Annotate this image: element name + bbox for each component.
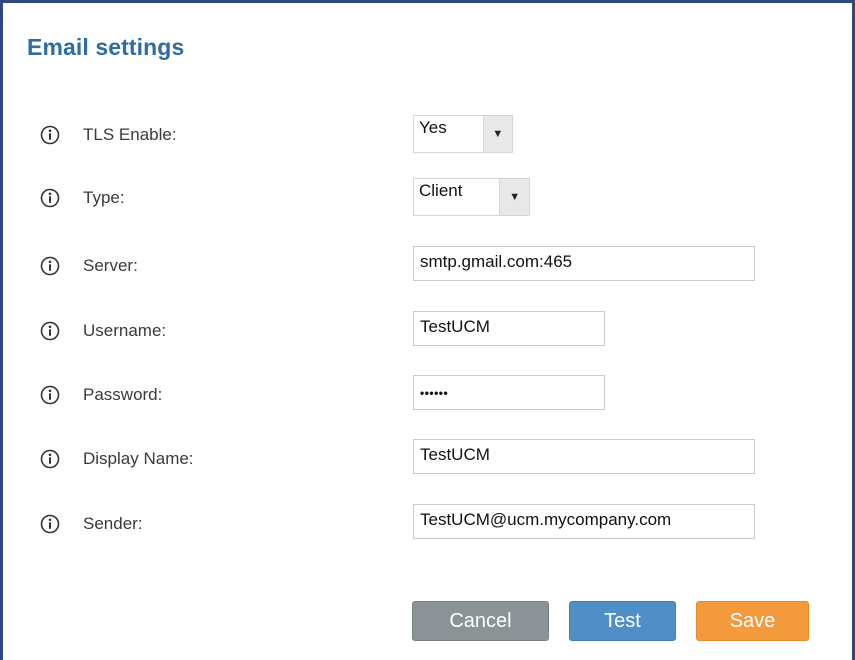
email-settings-panel: Email settings TLS Enable: Yes ▼ Type: C… xyxy=(0,0,855,660)
tls-enable-value: Yes xyxy=(419,118,447,137)
info-icon[interactable] xyxy=(40,256,60,276)
server-label: Server: xyxy=(83,256,138,275)
form-row-display-name: Display Name: TestUCM xyxy=(3,439,855,479)
username-label: Username: xyxy=(83,321,167,340)
page-title: Email settings xyxy=(27,34,185,60)
type-label: Type: xyxy=(83,188,125,207)
sender-label: Sender: xyxy=(83,514,143,533)
test-button[interactable]: Test xyxy=(569,601,676,641)
info-icon[interactable] xyxy=(40,188,60,208)
save-button[interactable]: Save xyxy=(696,601,809,641)
display-name-input[interactable]: TestUCM xyxy=(413,439,755,474)
display-name-label: Display Name: xyxy=(83,449,194,468)
username-input[interactable]: TestUCM xyxy=(413,311,605,346)
server-input[interactable]: smtp.gmail.com:465 xyxy=(413,246,755,281)
info-icon[interactable] xyxy=(40,321,60,341)
info-icon[interactable] xyxy=(40,449,60,469)
form-row-server: Server: smtp.gmail.com:465 xyxy=(3,246,855,286)
dropdown-arrow-icon[interactable]: ▼ xyxy=(499,179,529,215)
password-input[interactable]: •••••• xyxy=(413,375,605,410)
form-row-type: Type: Client ▼ xyxy=(3,178,855,218)
sender-input[interactable]: TestUCM@ucm.mycompany.com xyxy=(413,504,755,539)
form-row-password: Password: •••••• xyxy=(3,375,855,415)
info-icon[interactable] xyxy=(40,125,60,145)
dropdown-arrow-icon[interactable]: ▼ xyxy=(482,116,512,152)
info-icon[interactable] xyxy=(40,385,60,405)
password-label: Password: xyxy=(83,385,163,404)
form-row-username: Username: TestUCM xyxy=(3,311,855,351)
tls-enable-label: TLS Enable: xyxy=(83,125,177,144)
cancel-button[interactable]: Cancel xyxy=(412,601,549,641)
tls-enable-select[interactable]: Yes ▼ xyxy=(413,115,513,153)
form-row-tls-enable: TLS Enable: Yes ▼ xyxy=(3,115,855,155)
type-value: Client xyxy=(419,181,463,200)
info-icon[interactable] xyxy=(40,514,60,534)
form-row-sender: Sender: TestUCM@ucm.mycompany.com xyxy=(3,504,855,544)
type-select[interactable]: Client ▼ xyxy=(413,178,530,216)
